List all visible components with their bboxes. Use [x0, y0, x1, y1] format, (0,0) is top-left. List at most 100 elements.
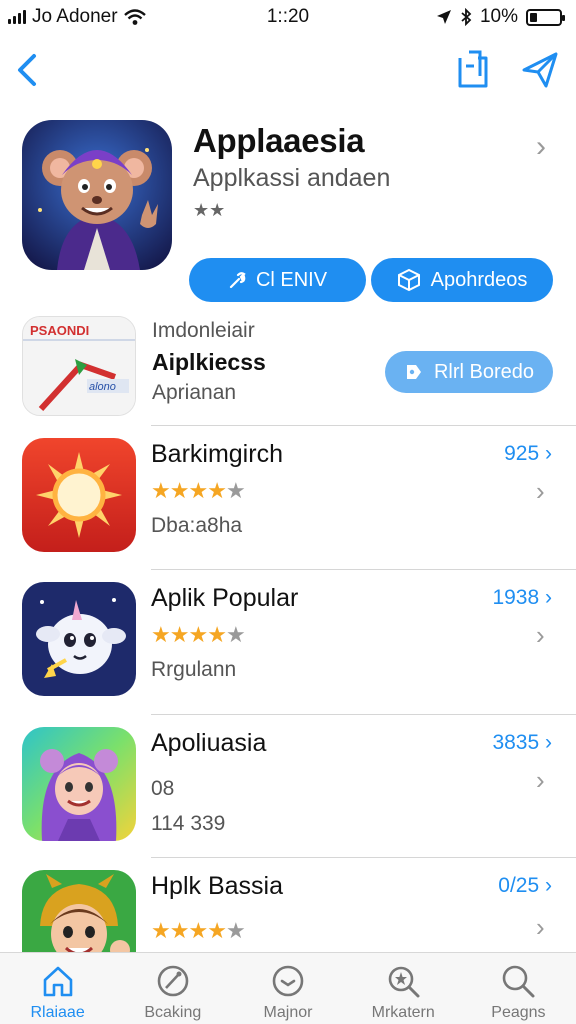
app-title: Hplk Bassia: [151, 872, 283, 900]
box-icon: [397, 268, 420, 292]
star-filled-icon: ★: [188, 918, 208, 943]
app-title: Apoliuasia: [151, 729, 267, 757]
promo-row: PSAONDI alono Imdonleiair Aiplkiecss Apr…: [0, 310, 576, 425]
featured-app: Applaaesia Applkassi andaen ★★ › Cl ENIV…: [0, 110, 576, 310]
girl-artwork: [22, 727, 136, 841]
tab-games[interactable]: Bcaking: [115, 953, 230, 1024]
chevron-right-icon[interactable]: ›: [536, 476, 545, 507]
status-right: 10%: [436, 6, 565, 28]
unicorn-app-icon[interactable]: [22, 582, 136, 696]
star-filled-icon: ★: [188, 622, 208, 647]
app-subtitle: 114 339: [151, 812, 226, 835]
star-filled-icon: ★: [169, 918, 190, 943]
rating-stars: ★★★★★: [151, 918, 246, 944]
chevron-right-icon[interactable]: ›: [536, 765, 545, 796]
star-filled-icon: ★: [151, 918, 171, 943]
share-icon: [458, 50, 488, 88]
tab-label: Majnor: [263, 1004, 313, 1021]
app-subtitle: Dba:a8ha: [151, 514, 243, 537]
app-title: Aplik Popular: [151, 584, 299, 612]
chevron-right-icon[interactable]: ›: [536, 620, 545, 651]
battery-percent: 10%: [479, 6, 518, 27]
app-subtitle: Rrgulann: [151, 658, 237, 681]
list-item[interactable]: Aplik Popular 1938 › ★★★★★ › Rrgulann: [0, 572, 576, 716]
star-filled-icon: ★: [151, 622, 171, 647]
app-meta: 08: [151, 777, 175, 800]
tab-label: Bcaking: [144, 1004, 202, 1021]
tab-today[interactable]: Rlaiaae: [0, 953, 115, 1024]
chevron-right-icon[interactable]: ›: [536, 130, 546, 164]
hero-app-icon[interactable]: [22, 870, 136, 952]
list-item[interactable]: Barkimgirch 925 › ★★★★★ › Dba:a8ha: [0, 428, 576, 572]
compass-icon: [157, 965, 189, 997]
status-bar: Jo Adoner 1::20 10%: [0, 0, 576, 34]
featured-app-icon[interactable]: [22, 120, 172, 270]
redeem-button[interactable]: Rlrl Boredo: [385, 351, 553, 393]
promo-icon-text: PSAONDI: [30, 323, 89, 338]
tab-label: Peagns: [491, 1004, 546, 1021]
nav-bar: [0, 40, 576, 100]
wrench-icon: [229, 272, 246, 289]
divider: [151, 714, 576, 715]
featured-title: Applaaesia: [193, 122, 365, 159]
open-button-label: Apohrdeos: [430, 268, 528, 291]
app-price[interactable]: 3835 ›: [492, 731, 552, 755]
app-title: Barkimgirch: [151, 440, 283, 468]
featured-subtitle: Applkassi andaen: [193, 164, 391, 192]
sun-app-icon[interactable]: [22, 438, 136, 552]
tab-label: Rlaiaae: [30, 1004, 85, 1021]
promo-title: Aiplkiecss: [152, 349, 266, 375]
list-item[interactable]: Hplk Bassia 0/25 › ★★★★★ ›: [0, 860, 576, 952]
star-empty-icon: ★: [225, 478, 246, 503]
rating-stars: ★★★★★: [151, 622, 246, 648]
location-arrow-icon: [436, 10, 451, 24]
tab-label: Mrkatern: [371, 1004, 435, 1021]
home-icon: [43, 966, 72, 997]
poster-icon: PSAONDI alono: [23, 317, 135, 415]
magnifier-star-icon: [388, 966, 420, 998]
tag-icon: [406, 365, 421, 379]
divider: [151, 569, 576, 570]
chevron-right-icon[interactable]: ›: [536, 912, 545, 943]
search-icon: [503, 965, 535, 998]
sun-artwork: [22, 438, 136, 552]
battery-icon: [526, 8, 565, 26]
tab-apps[interactable]: Majnor: [230, 953, 345, 1024]
hero-artwork: [22, 870, 136, 952]
star-empty-icon: ★: [225, 918, 246, 943]
app-price[interactable]: 925 ›: [504, 442, 552, 466]
featured-rating: ★★: [193, 200, 226, 220]
promo-icon-subtext: alono: [89, 381, 116, 393]
star-filled-icon: ★: [207, 622, 227, 647]
get-button[interactable]: Cl ENIV: [189, 258, 366, 302]
star-filled-icon: ★: [188, 478, 208, 503]
share-button[interactable]: [452, 46, 492, 92]
star-filled-icon: ★: [169, 478, 190, 503]
app-price[interactable]: 0/25 ›: [498, 874, 552, 898]
redeem-button-label: Rlrl Boredo: [433, 360, 535, 383]
star-filled-icon: ★: [169, 622, 190, 647]
promo-app-icon[interactable]: PSAONDI alono: [22, 316, 136, 416]
unicorn-artwork: [22, 582, 136, 696]
star-filled-icon: ★: [151, 478, 171, 503]
open-button[interactable]: Apohrdeos: [371, 258, 553, 302]
promo-subtitle: Aprianan: [152, 381, 237, 404]
star-filled-icon: ★: [207, 478, 227, 503]
app-price[interactable]: 1938 ›: [492, 586, 552, 610]
list-item[interactable]: Apoliuasia 3835 › 08 › 114 339: [0, 717, 576, 861]
tab-arcade[interactable]: Mrkatern: [346, 953, 461, 1024]
star-filled-icon: ★: [207, 918, 227, 943]
bluetooth-icon: [461, 8, 472, 26]
battery-level: [530, 12, 537, 22]
divider: [151, 425, 576, 426]
tab-bar: Rlaiaae Bcaking Majnor Mrkatern Peagns: [0, 952, 576, 1024]
back-button[interactable]: [10, 50, 46, 90]
get-button-label: Cl ENIV: [255, 268, 328, 291]
tab-search[interactable]: Peagns: [461, 953, 576, 1024]
chevron-left-icon: [18, 54, 36, 86]
send-button[interactable]: [518, 48, 562, 92]
mouse-wizard-icon: [22, 120, 172, 270]
clock-icon: [272, 965, 304, 997]
girl-app-icon[interactable]: [22, 727, 136, 841]
divider: [151, 857, 576, 858]
